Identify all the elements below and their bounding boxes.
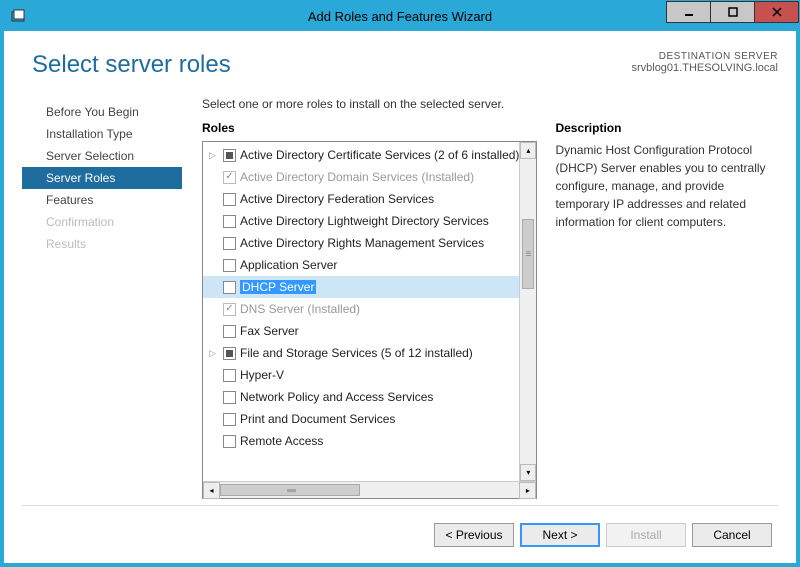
role-label: Remote Access [240, 434, 323, 448]
wizard-nav-item: Results [22, 233, 182, 255]
previous-button[interactable]: < Previous [434, 523, 514, 547]
horizontal-scrollbar[interactable]: ◂ ▸ [203, 481, 536, 498]
role-label: Active Directory Domain Services (Instal… [240, 170, 474, 184]
role-label: Application Server [240, 258, 337, 272]
next-button[interactable]: Next > [520, 523, 600, 547]
role-checkbox[interactable] [223, 369, 236, 382]
wizard-nav-item[interactable]: Server Selection [22, 145, 182, 167]
role-label: Active Directory Lightweight Directory S… [240, 214, 489, 228]
role-label: Fax Server [240, 324, 299, 338]
wizard-nav-item[interactable]: Features [22, 189, 182, 211]
role-checkbox[interactable] [223, 149, 236, 162]
role-item[interactable]: Remote Access [203, 430, 519, 452]
role-checkbox[interactable] [223, 435, 236, 448]
role-item[interactable]: Fax Server [203, 320, 519, 342]
role-item[interactable]: Active Directory Lightweight Directory S… [203, 210, 519, 232]
wizard-nav-item[interactable]: Installation Type [22, 123, 182, 145]
role-checkbox[interactable] [223, 413, 236, 426]
role-checkbox[interactable] [223, 281, 236, 294]
expand-icon[interactable]: ▷ [209, 150, 219, 161]
app-icon [7, 9, 29, 23]
scroll-thumb-horizontal[interactable] [220, 484, 360, 496]
role-label: DNS Server (Installed) [240, 302, 360, 316]
role-item[interactable]: Hyper-V [203, 364, 519, 386]
description-heading: Description [555, 121, 778, 135]
install-button[interactable]: Install [606, 523, 686, 547]
scroll-thumb-vertical[interactable] [522, 219, 534, 289]
wizard-nav-item: Confirmation [22, 211, 182, 233]
scroll-down-button[interactable]: ▾ [520, 464, 536, 481]
role-label: Print and Document Services [240, 412, 395, 426]
role-label: Active Directory Certificate Services (2… [240, 148, 519, 162]
wizard-nav: Before You BeginInstallation TypeServer … [22, 97, 182, 499]
role-item[interactable]: ▷ Active Directory Certificate Services (… [203, 144, 519, 166]
role-item[interactable]: ▷ File and Storage Services (5 of 12 inst… [203, 342, 519, 364]
role-item[interactable]: DHCP Server [203, 276, 519, 298]
destination-server: srvblog01.THESOLVING.local [631, 62, 778, 74]
minimize-button[interactable] [666, 1, 711, 23]
role-item[interactable]: Active Directory Domain Services (Instal… [203, 166, 519, 188]
role-checkbox[interactable] [223, 215, 236, 228]
scroll-up-button[interactable]: ▴ [520, 142, 536, 159]
cancel-button[interactable]: Cancel [692, 523, 772, 547]
scroll-left-button[interactable]: ◂ [203, 482, 220, 499]
role-item[interactable]: Active Directory Rights Management Servi… [203, 232, 519, 254]
role-item[interactable]: Print and Document Services [203, 408, 519, 430]
vertical-scrollbar[interactable]: ▴ ▾ [519, 142, 536, 481]
prompt-text: Select one or more roles to install on t… [202, 97, 778, 111]
role-checkbox[interactable] [223, 193, 236, 206]
expand-icon[interactable]: ▷ [209, 348, 219, 359]
roles-listbox: ▷ Active Directory Certificate Services (… [202, 141, 537, 499]
role-label: Hyper-V [240, 368, 284, 382]
role-checkbox [223, 171, 236, 184]
role-item[interactable]: Active Directory Federation Services [203, 188, 519, 210]
description-text: Dynamic Host Configuration Protocol (DHC… [555, 141, 778, 231]
role-label: Active Directory Federation Services [240, 192, 434, 206]
role-checkbox[interactable] [223, 347, 236, 360]
role-label: Active Directory Rights Management Servi… [240, 236, 484, 250]
role-item[interactable]: Network Policy and Access Services [203, 386, 519, 408]
role-label: Network Policy and Access Services [240, 390, 433, 404]
role-checkbox[interactable] [223, 391, 236, 404]
role-item[interactable]: DNS Server (Installed) [203, 298, 519, 320]
scroll-right-button[interactable]: ▸ [519, 482, 536, 499]
role-checkbox[interactable] [223, 259, 236, 272]
window-frame: Add Roles and Features Wizard Select ser… [0, 0, 800, 567]
role-label: File and Storage Services (5 of 12 insta… [240, 346, 473, 360]
role-label: DHCP Server [240, 280, 316, 294]
destination-info: DESTINATION SERVER srvblog01.THESOLVING.… [631, 51, 778, 74]
role-item[interactable]: Application Server [203, 254, 519, 276]
wizard-nav-item[interactable]: Server Roles [22, 167, 182, 189]
wizard-footer: < Previous Next > Install Cancel [22, 505, 778, 563]
maximize-button[interactable] [710, 1, 755, 23]
close-button[interactable] [754, 1, 799, 23]
roles-heading: Roles [202, 121, 537, 135]
role-checkbox [223, 303, 236, 316]
wizard-nav-item[interactable]: Before You Begin [22, 101, 182, 123]
page-title: Select server roles [32, 51, 231, 79]
titlebar[interactable]: Add Roles and Features Wizard [1, 1, 799, 31]
destination-label: DESTINATION SERVER [631, 51, 778, 62]
role-checkbox[interactable] [223, 325, 236, 338]
role-checkbox[interactable] [223, 237, 236, 250]
